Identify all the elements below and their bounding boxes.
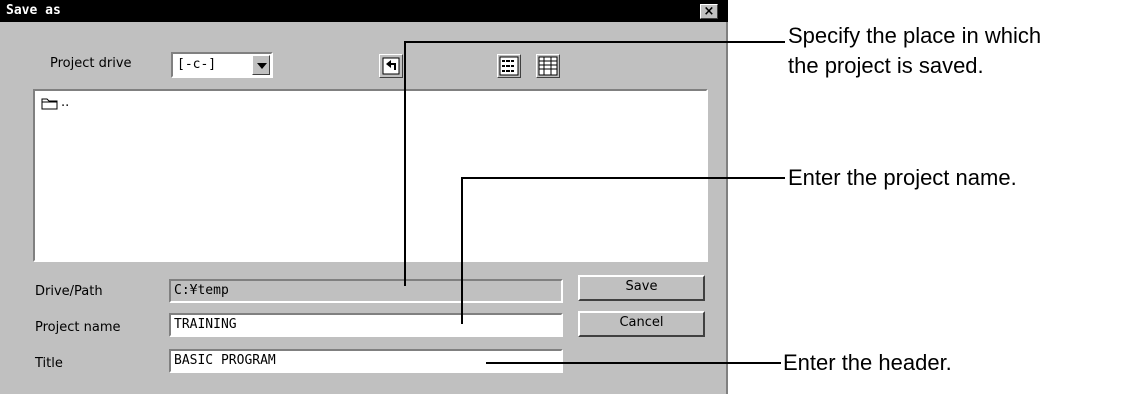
callout-place-line1: Specify the place in which [788,23,1042,48]
callout-place-line2: the project is saved. [788,53,984,78]
callout-header: Enter the header. [783,350,952,375]
callout-project-name: Enter the project name. [788,165,1017,190]
